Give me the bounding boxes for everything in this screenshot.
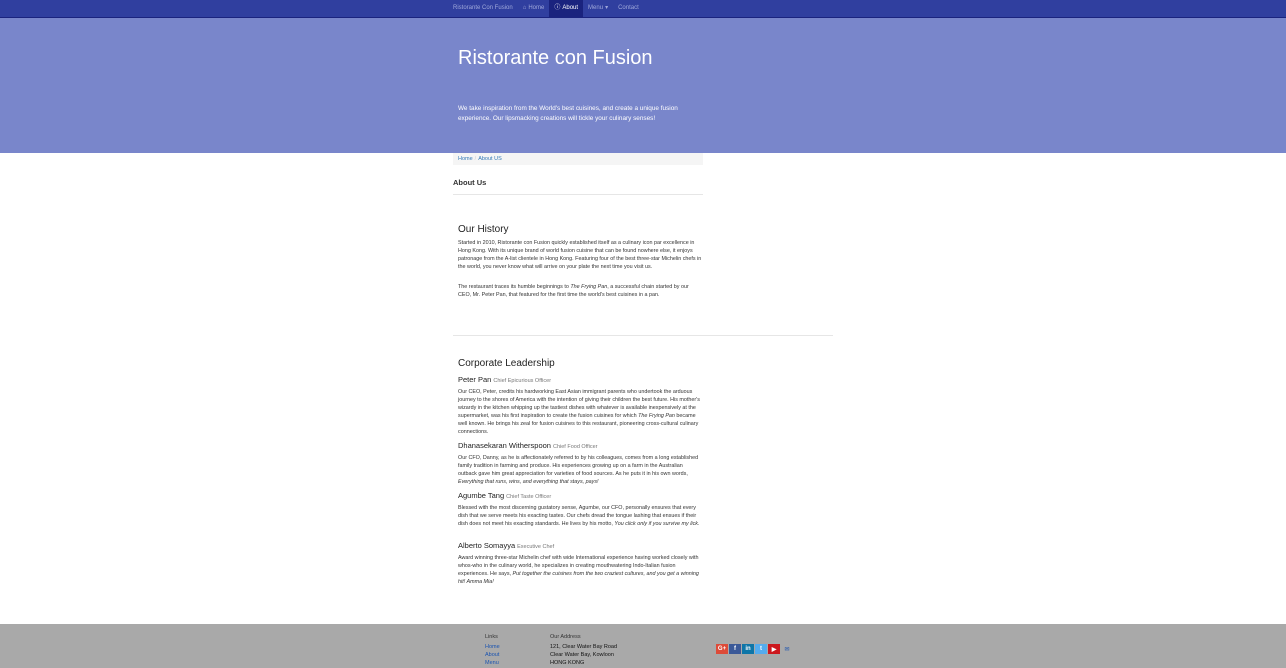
page-title: About Us: [453, 178, 487, 187]
footer-address-line: Clear Water Bay, Kowloon: [550, 652, 614, 658]
navbar-brand[interactable]: Ristorante Con Fusion: [453, 0, 513, 17]
leader-description: Award winning three-star Michelin chef w…: [458, 554, 703, 586]
leader-name-text: Alberto Somayya: [458, 541, 516, 550]
footer-link-menu[interactable]: Menu: [485, 660, 499, 666]
history-paragraph-2: The restaurant traces its humble beginni…: [458, 283, 703, 299]
leader-desc-emphasis: Everything that runs, wins, and everythi…: [458, 479, 599, 485]
nav-item-about-label: About: [562, 5, 579, 11]
leader-name-text: Dhanasekaran Witherspoon: [458, 441, 551, 450]
footer-address-title: Our Address: [550, 634, 581, 640]
breadcrumb-home[interactable]: Home: [458, 156, 473, 162]
leader-designation: Chief Food Officer: [552, 444, 598, 450]
history-p2-emphasis: The Frying Pan: [570, 284, 608, 290]
twitter-icon[interactable]: t: [755, 644, 767, 654]
leader-name-text: Agumbe Tang: [458, 491, 505, 500]
footer-links-title: Links: [485, 634, 498, 640]
leader-description: Our CFO, Danny, as he is affectionately …: [458, 454, 703, 486]
jumbotron-title: Ristorante con Fusion: [458, 47, 653, 69]
footer: Links Home About Menu Our Address 121, C…: [0, 624, 1286, 668]
footer-link-about[interactable]: About: [485, 652, 499, 658]
leader-desc-text: Our CFO, Danny, as he is affectionately …: [458, 455, 699, 477]
youtube-icon[interactable]: ▶: [768, 644, 780, 654]
history-p2-text: The restaurant traces its humble beginni…: [458, 284, 571, 290]
leader-description: Blessed with the most discerning gustato…: [458, 504, 703, 528]
footer-link-home[interactable]: Home: [485, 644, 500, 650]
leader-designation: Chief Taste Officer: [506, 494, 552, 500]
leader-desc-emphasis: The Frying Pan: [638, 413, 675, 419]
nav-item-home-label: Home: [528, 5, 545, 11]
leadership-title: Corporate Leadership: [458, 358, 555, 369]
caret-down-icon: ▾: [605, 5, 609, 11]
info-icon: ⓘ: [554, 5, 561, 11]
leader-desc-emphasis: You click only if you survive my lick.: [614, 521, 700, 527]
nav-item-contact[interactable]: Contact: [613, 0, 644, 17]
leader-designation: Chief Epicurious Officer: [493, 378, 552, 384]
divider: [453, 194, 703, 195]
nav-item-home[interactable]: ⌂ Home: [518, 0, 550, 17]
home-icon: ⌂: [522, 5, 527, 11]
nav-item-about[interactable]: ⓘ About: [549, 0, 584, 17]
footer-address-line: 121, Clear Water Bay Road: [550, 644, 618, 650]
history-paragraph-1: Started in 2010, Ristorante con Fusion q…: [458, 240, 702, 270]
leader-name: Agumbe Tang Chief Taste Officer: [458, 491, 551, 500]
nav-item-menu-label: Menu: [588, 5, 604, 11]
social-links: G+ f in t ▶ ✉: [716, 644, 793, 654]
breadcrumb-current: About US: [478, 156, 502, 162]
leader-description: Our CEO, Peter, credits his hardworking …: [458, 388, 703, 436]
jumbotron: Ristorante con Fusion We take inspiratio…: [0, 18, 1286, 153]
linkedin-icon[interactable]: in: [742, 644, 754, 654]
nav-item-contact-label: Contact: [618, 5, 639, 11]
mail-icon[interactable]: ✉: [781, 644, 793, 654]
divider: [453, 335, 833, 336]
navbar-inner: Ristorante Con Fusion ⌂ Home ⓘ About Men…: [453, 0, 644, 17]
breadcrumb-separator: /: [474, 156, 477, 162]
nav-item-menu[interactable]: Menu ▾: [583, 0, 613, 17]
footer-address-line: HONG KONG: [550, 660, 585, 666]
breadcrumb: Home / About US: [453, 153, 703, 165]
google-plus-icon[interactable]: G+: [716, 644, 728, 654]
leader-name: Dhanasekaran Witherspoon Chief Food Offic…: [458, 441, 598, 450]
jumbotron-text: We take inspiration from the World's bes…: [458, 105, 678, 122]
facebook-icon[interactable]: f: [729, 644, 741, 654]
leader-name: Alberto Somayya Executive Chef: [458, 541, 554, 550]
leader-designation: Executive Chef: [517, 544, 555, 550]
leader-name: Peter Pan Chief Epicurious Officer: [458, 375, 551, 384]
leader-name-text: Peter Pan: [458, 375, 492, 384]
navbar: Ristorante Con Fusion ⌂ Home ⓘ About Men…: [0, 0, 1286, 18]
history-title: Our History: [458, 224, 509, 235]
